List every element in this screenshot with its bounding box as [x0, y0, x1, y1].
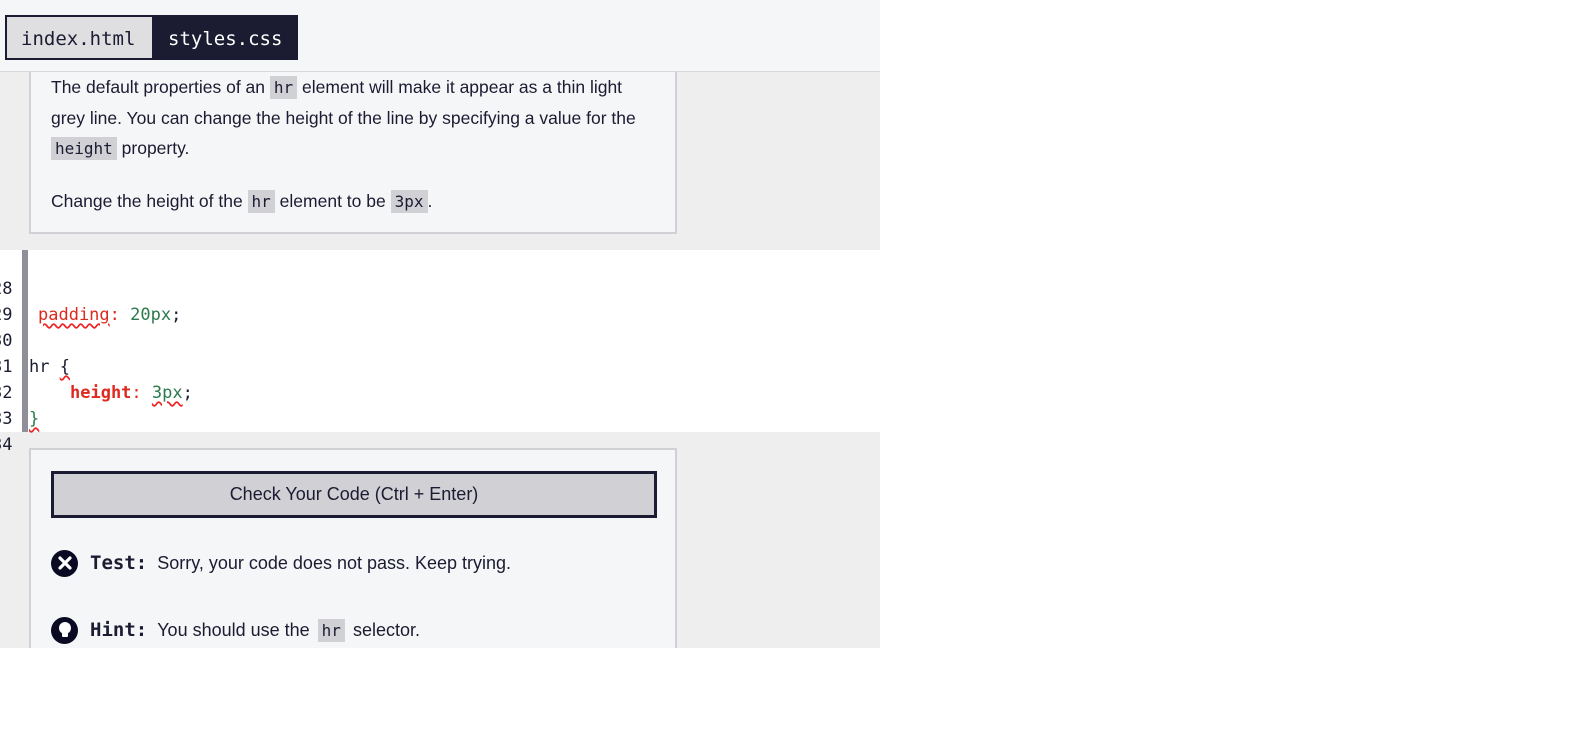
tab-index-html[interactable]: index.html [5, 15, 154, 60]
hint-label: Hint: [90, 619, 148, 641]
text: property. [116, 138, 190, 158]
code-line-28: 28 padding: 20px; [0, 250, 880, 325]
test-message: Sorry, your code does not pass. Keep try… [157, 552, 512, 573]
code-editor[interactable]: 28 padding: 20px; 29 30 hr { 31 height: … [0, 250, 880, 455]
hint-row: Hint: You should use the hr selector. [51, 615, 420, 645]
check-code-button[interactable]: Check Your Code (Ctrl + Enter) [51, 471, 657, 518]
inline-code-3px: 3px [390, 190, 428, 213]
code-line-34: 34 [0, 406, 880, 455]
hint-text: You should use the hr selector. [157, 618, 420, 642]
line-number: 34 [0, 435, 13, 455]
text: Change the height of the [51, 191, 248, 211]
instructions-panel: The default properties of an hr element … [29, 72, 677, 234]
test-panel: Check Your Code (Ctrl + Enter) Test: Sor… [29, 448, 677, 648]
editor-tabbar: index.html styles.css [0, 0, 880, 72]
inline-code-height: height [51, 137, 117, 160]
inline-code-hr: hr [317, 618, 345, 642]
challenge-app: index.html styles.css The default proper… [0, 0, 880, 648]
code-line-30: 30 hr { [0, 302, 880, 377]
test-label: Test: [90, 552, 148, 574]
code-line-31: 31 height: 3px; [0, 328, 880, 403]
text: selector. [347, 619, 420, 640]
x-circle-icon [51, 549, 78, 577]
x-glyph [57, 556, 72, 570]
code-line-29: 29 [0, 276, 880, 325]
code-line-32: 32 } [0, 354, 880, 429]
inline-code-hr: hr [247, 190, 275, 213]
text: You should use the [157, 619, 315, 640]
lightbulb-icon [51, 616, 78, 644]
test-result: Test: Sorry, your code does not pass. Ke… [51, 548, 511, 578]
inline-code-hr: hr [269, 76, 298, 99]
code-line-33: 33 [0, 380, 880, 429]
tab-styles-css[interactable]: styles.css [152, 15, 298, 60]
bulb-glyph [58, 622, 71, 637]
text: . [427, 191, 433, 211]
instructions-paragraph-1: The default properties of an hr element … [51, 72, 655, 164]
text: element to be [274, 191, 391, 211]
instructions-paragraph-2: Change the height of the hr element to b… [51, 186, 655, 217]
text: The default properties of an [51, 77, 270, 97]
